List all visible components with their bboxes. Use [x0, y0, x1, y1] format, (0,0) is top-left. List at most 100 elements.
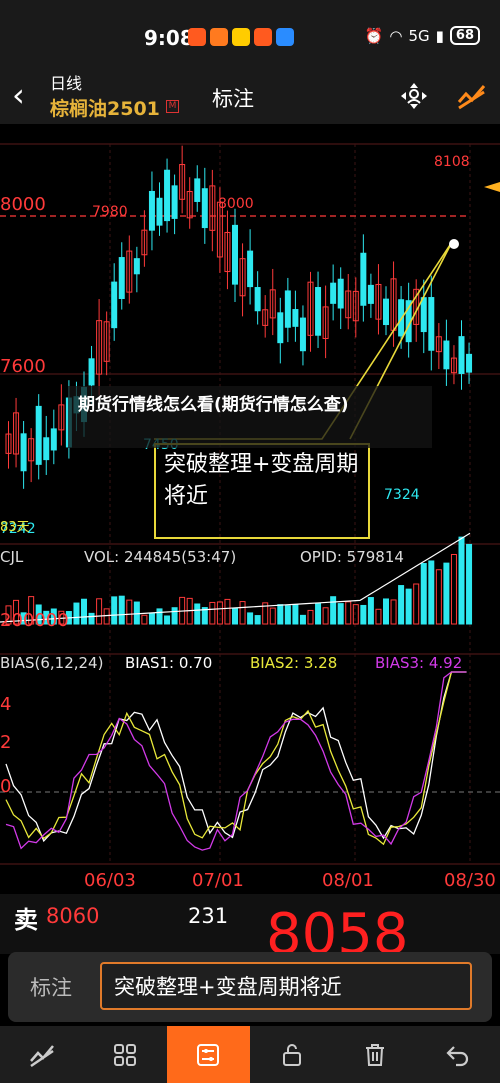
bias1-value: BIAS1: 0.70 [125, 654, 213, 672]
app-icon [276, 28, 294, 46]
volume-bar [315, 602, 322, 625]
bias-series [5, 671, 467, 851]
peak-label-7980: 7980 [92, 204, 128, 220]
volume-bar [413, 583, 420, 625]
annotation-anchor-point [449, 239, 459, 249]
candle-body [43, 437, 50, 461]
undo-icon [446, 1045, 469, 1066]
candle-body [428, 297, 435, 351]
volume-bar [352, 604, 359, 625]
candle-body [367, 284, 374, 304]
volume-bar [88, 612, 95, 625]
bias-axis-2: 2 [0, 732, 12, 753]
move-arrows-icon[interactable] [398, 80, 430, 112]
candle-body [383, 298, 389, 326]
volume-bar [284, 605, 291, 625]
candle-body [201, 188, 208, 229]
volume-bar [209, 601, 216, 625]
battery-indicator: 68 [449, 26, 480, 45]
candle-body [133, 258, 140, 275]
candle-body [171, 185, 178, 219]
app-icon [254, 28, 272, 46]
volume-bar [398, 585, 405, 625]
candle-body [111, 281, 118, 329]
volume-bar [435, 569, 442, 625]
peak-label-8000: 8000 [218, 196, 254, 212]
volume-bar [428, 560, 435, 625]
volume-bar [383, 598, 389, 625]
volume-indicator-name: CJL [0, 548, 24, 566]
candle-body [360, 252, 367, 306]
volume-bar [307, 609, 314, 625]
draw-tool-button[interactable] [0, 1026, 83, 1083]
volume-bar [292, 604, 299, 625]
date-label: 06/03 [84, 870, 136, 891]
date-label: 07/01 [192, 870, 244, 891]
volume-bar [171, 607, 178, 625]
volume-bar [345, 601, 352, 625]
candle-body [458, 336, 465, 374]
annotation-input[interactable] [100, 962, 472, 1010]
volume-bar [194, 603, 201, 625]
delete-icon [365, 1043, 384, 1066]
low-label-7324: 7324 [384, 487, 420, 503]
bias-indicator-name: BIAS(6,12,24) [0, 654, 104, 672]
volume-bar [269, 607, 276, 625]
signal-label: 5G [408, 26, 430, 45]
delete-button[interactable] [333, 1026, 416, 1083]
price-axis-8000: 8000 [0, 194, 46, 215]
layout-button[interactable] [83, 1026, 166, 1083]
volume-bar [164, 615, 171, 625]
volume-bar [443, 562, 450, 625]
candle-body [420, 297, 427, 333]
volume-bar [141, 614, 148, 625]
candle-body [337, 278, 344, 309]
kline-chart[interactable]: 8000 7600 7980 8000 8108 7450 7324 7242 … [0, 124, 500, 894]
candle-body [194, 178, 201, 202]
annotation-text-box[interactable]: 突破整理+变盘周期将近 [154, 443, 370, 539]
bottom-toolbar [0, 1026, 500, 1083]
undo-button[interactable] [417, 1026, 500, 1083]
sell-volume: 231 [188, 904, 229, 928]
candle-body [277, 312, 284, 344]
volume-series [0, 532, 473, 625]
settings-button[interactable] [166, 1026, 250, 1083]
candle-body [299, 317, 306, 352]
settings-icon [197, 1043, 220, 1066]
candle-body [88, 358, 95, 386]
date-label: 08/01 [322, 870, 374, 891]
volume-bar [156, 608, 163, 625]
volume-bar [73, 602, 80, 625]
volume-bar [111, 596, 118, 625]
status-app-icons [188, 28, 294, 46]
open-interest-value: OPID: 579814 [300, 548, 404, 566]
volume-bar [126, 599, 133, 625]
volume-bar [148, 612, 155, 625]
volume-bar [118, 595, 125, 625]
contract-name: 棕榈油2501 [50, 98, 160, 120]
lock-button[interactable] [250, 1026, 333, 1083]
volume-bar [239, 601, 246, 625]
volume-bar [81, 598, 87, 625]
bias-axis-0: 0 [0, 776, 12, 797]
volume-bar [330, 596, 337, 625]
bias2-value: BIAS2: 3.28 [250, 654, 338, 672]
candle-body [164, 169, 171, 222]
candle-body [466, 353, 473, 373]
date-label: 08/30 [444, 870, 496, 891]
annotation-input-label: 标注 [30, 976, 72, 1000]
price-axis-7600: 7600 [0, 356, 46, 377]
candle-body [330, 282, 337, 304]
annotation-input-bar: 标注 [8, 952, 492, 1022]
peak-label-8108: 8108 [434, 154, 470, 170]
alarm-icon: ⏰ [364, 26, 384, 45]
quote-panel: 卖 8060 231 8058 [0, 894, 500, 967]
status-bar: 9:08 ⏰ ◠ 5G ▮ 68 [0, 0, 500, 70]
volume-bar [390, 599, 397, 625]
back-chevron-icon[interactable]: ‹ [12, 76, 25, 114]
candle-body [50, 428, 57, 451]
volume-value: VOL: 244845(53:47) [84, 548, 237, 566]
candle-body [35, 405, 42, 465]
system-icons: ⏰ ◠ 5G ▮ 68 [365, 26, 480, 45]
draw-line-icon[interactable] [456, 80, 488, 112]
